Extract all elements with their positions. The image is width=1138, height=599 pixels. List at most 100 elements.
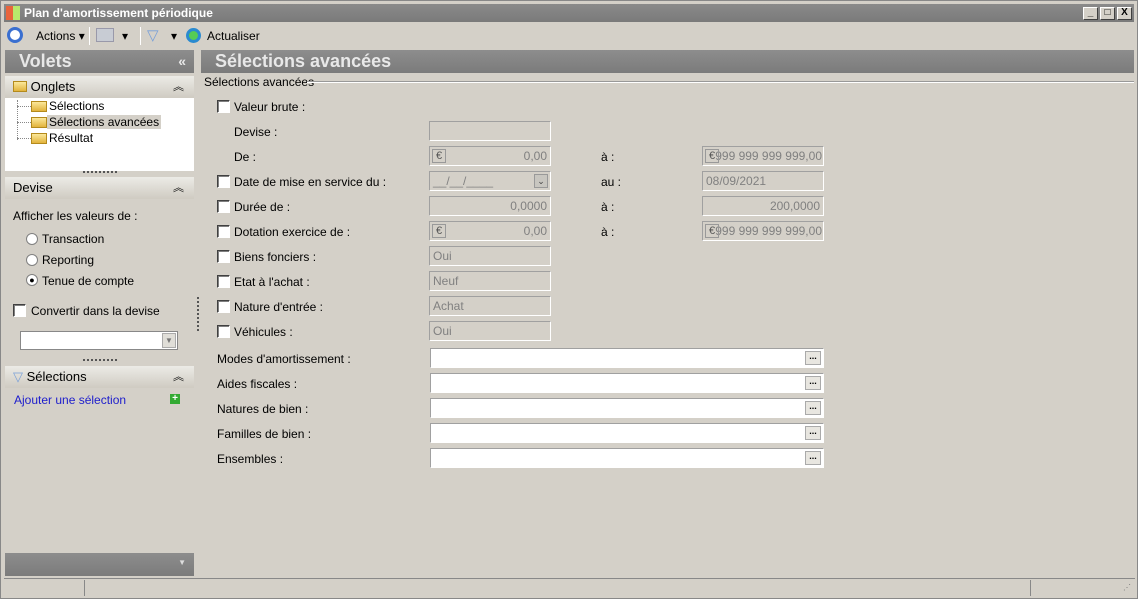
date-label: Date de mise en service du :: [234, 175, 387, 189]
title-bar: Plan d'amortissement périodique: [4, 4, 1134, 22]
valeur-brute-checkbox[interactable]: [217, 100, 230, 113]
aides-lookup[interactable]: ...: [430, 373, 824, 393]
biens-fonciers-label: Biens fonciers :: [234, 250, 317, 264]
au-label: au :: [601, 175, 622, 189]
onglets-header[interactable]: Onglets ︽: [5, 76, 194, 98]
refresh-button[interactable]: Actualiser: [207, 29, 260, 43]
tree-item-selections[interactable]: Sélections: [49, 99, 104, 113]
radio-tenue-label[interactable]: Tenue de compte: [42, 274, 134, 288]
radio-reporting-label[interactable]: Reporting: [42, 253, 94, 267]
maximize-button[interactable]: □: [1100, 7, 1115, 20]
etat-input[interactable]: Neuf: [429, 271, 551, 291]
devise-title: Devise: [13, 180, 53, 195]
date-checkbox[interactable]: [217, 175, 230, 188]
browse-button[interactable]: ...: [805, 401, 821, 415]
date-to-input[interactable]: 08/09/2021: [702, 171, 824, 191]
print-dropdown-icon[interactable]: ▾: [122, 29, 128, 43]
actions-menu[interactable]: Actions ▾: [36, 29, 85, 43]
duree-label: Durée de :: [234, 200, 291, 214]
valeur-brute-label: Valeur brute :: [234, 100, 306, 114]
splitter-handle[interactable]: [83, 171, 117, 173]
modes-lookup[interactable]: ...: [430, 348, 824, 368]
window-title: Plan d'amortissement périodique: [24, 6, 213, 20]
group-label: Sélections avancées: [204, 75, 315, 89]
radio-transaction-label[interactable]: Transaction: [42, 232, 104, 246]
biens-fonciers-input[interactable]: Oui: [429, 246, 551, 266]
collapse-chevron-icon[interactable]: ︽: [173, 76, 184, 98]
folder-icon: [13, 81, 27, 92]
browse-button[interactable]: ...: [805, 351, 821, 365]
ensembles-lookup[interactable]: ...: [430, 448, 824, 468]
browse-button[interactable]: ...: [805, 426, 821, 440]
window: Plan d'amortissement périodique _ □ X Ac…: [0, 0, 1138, 599]
euro-icon: €: [705, 224, 719, 238]
dropdown-arrow-icon[interactable]: ▼: [162, 333, 176, 348]
group-divider: [307, 81, 1134, 83]
radio-reporting[interactable]: [26, 254, 38, 266]
collapse-chevron-icon[interactable]: ︽: [173, 366, 184, 388]
vertical-splitter[interactable]: [197, 297, 199, 331]
status-pane: [86, 580, 1031, 596]
toolbar: Actions ▾ ▾ ▽ ▾ Actualiser: [4, 25, 1134, 47]
radio-tenue-de-compte[interactable]: ●: [26, 274, 38, 286]
duree-to-input[interactable]: 200,0000: [702, 196, 824, 216]
resize-grip-icon[interactable]: ⋰: [1123, 583, 1131, 592]
browse-button[interactable]: ...: [805, 451, 821, 465]
dotation-label: Dotation exercice de :: [234, 225, 351, 239]
convert-label[interactable]: Convertir dans la devise: [31, 304, 160, 318]
collapse-panels-button[interactable]: «: [178, 50, 186, 73]
biens-fonciers-checkbox[interactable]: [217, 250, 230, 263]
refresh-icon[interactable]: [186, 28, 201, 43]
filter-icon[interactable]: ▽: [147, 26, 159, 44]
nature-entree-label: Nature d'entrée :: [234, 300, 324, 314]
tree-item-resultat[interactable]: Résultat: [49, 131, 93, 145]
euro-icon: €: [432, 224, 446, 238]
dotation-to-input[interactable]: €999 999 999 999,00: [702, 221, 824, 241]
close-button[interactable]: X: [1117, 7, 1132, 20]
tree-item-selections-avancees[interactable]: Sélections avancées: [47, 115, 162, 129]
vehicules-input[interactable]: Oui: [429, 321, 551, 341]
browse-button[interactable]: ...: [805, 376, 821, 390]
natures-lookup[interactable]: ...: [430, 398, 824, 418]
devise-prompt: Afficher les valeurs de :: [13, 209, 138, 223]
filter-dropdown-icon[interactable]: ▾: [171, 29, 177, 43]
add-icon[interactable]: +: [170, 394, 180, 404]
vehicules-checkbox[interactable]: [217, 325, 230, 338]
etat-checkbox[interactable]: [217, 275, 230, 288]
radio-transaction[interactable]: [26, 233, 38, 245]
date-from-picker[interactable]: __/__/____ ⌄: [429, 171, 551, 191]
main-header: Sélections avancées: [201, 50, 1134, 73]
valeur-to-input[interactable]: €999 999 999 999,00: [702, 146, 824, 166]
de-label: De :: [234, 150, 257, 164]
devise-header[interactable]: Devise ︽: [5, 177, 194, 199]
nature-entree-checkbox[interactable]: [217, 300, 230, 313]
dotation-to-value: 999 999 999 999,00: [715, 224, 822, 238]
dotation-checkbox[interactable]: [217, 225, 230, 238]
a-label: à :: [601, 225, 615, 239]
euro-icon: €: [705, 149, 719, 163]
duree-checkbox[interactable]: [217, 200, 230, 213]
selections-header[interactable]: ▽ Sélections ︽: [5, 366, 194, 388]
nature-entree-input[interactable]: Achat: [429, 296, 551, 316]
print-icon[interactable]: [96, 28, 114, 42]
dropdown-arrow-icon[interactable]: ▼: [178, 558, 186, 567]
convert-checkbox[interactable]: [13, 304, 26, 317]
open-folder-icon: [31, 117, 47, 128]
valeur-from-input[interactable]: €0,00: [429, 146, 551, 166]
folder-icon: [31, 101, 47, 112]
familles-label: Familles de bien :: [217, 427, 312, 441]
devise-input[interactable]: [429, 121, 551, 141]
calendar-dropdown-icon[interactable]: ⌄: [534, 174, 548, 188]
status-bar: ⋰: [4, 578, 1135, 597]
familles-lookup[interactable]: ...: [430, 423, 824, 443]
splitter-handle[interactable]: [83, 359, 117, 361]
dotation-from-input[interactable]: €0,00: [429, 221, 551, 241]
panels-header: Volets «: [5, 50, 194, 73]
aides-label: Aides fiscales :: [217, 377, 298, 391]
collapse-chevron-icon[interactable]: ︽: [173, 177, 184, 199]
home-icon[interactable]: [7, 27, 23, 43]
duree-from-input[interactable]: 0,0000: [429, 196, 551, 216]
minimize-button[interactable]: _: [1083, 7, 1098, 20]
currency-select[interactable]: ▼: [20, 331, 178, 350]
add-selection-link[interactable]: Ajouter une sélection: [14, 393, 126, 407]
